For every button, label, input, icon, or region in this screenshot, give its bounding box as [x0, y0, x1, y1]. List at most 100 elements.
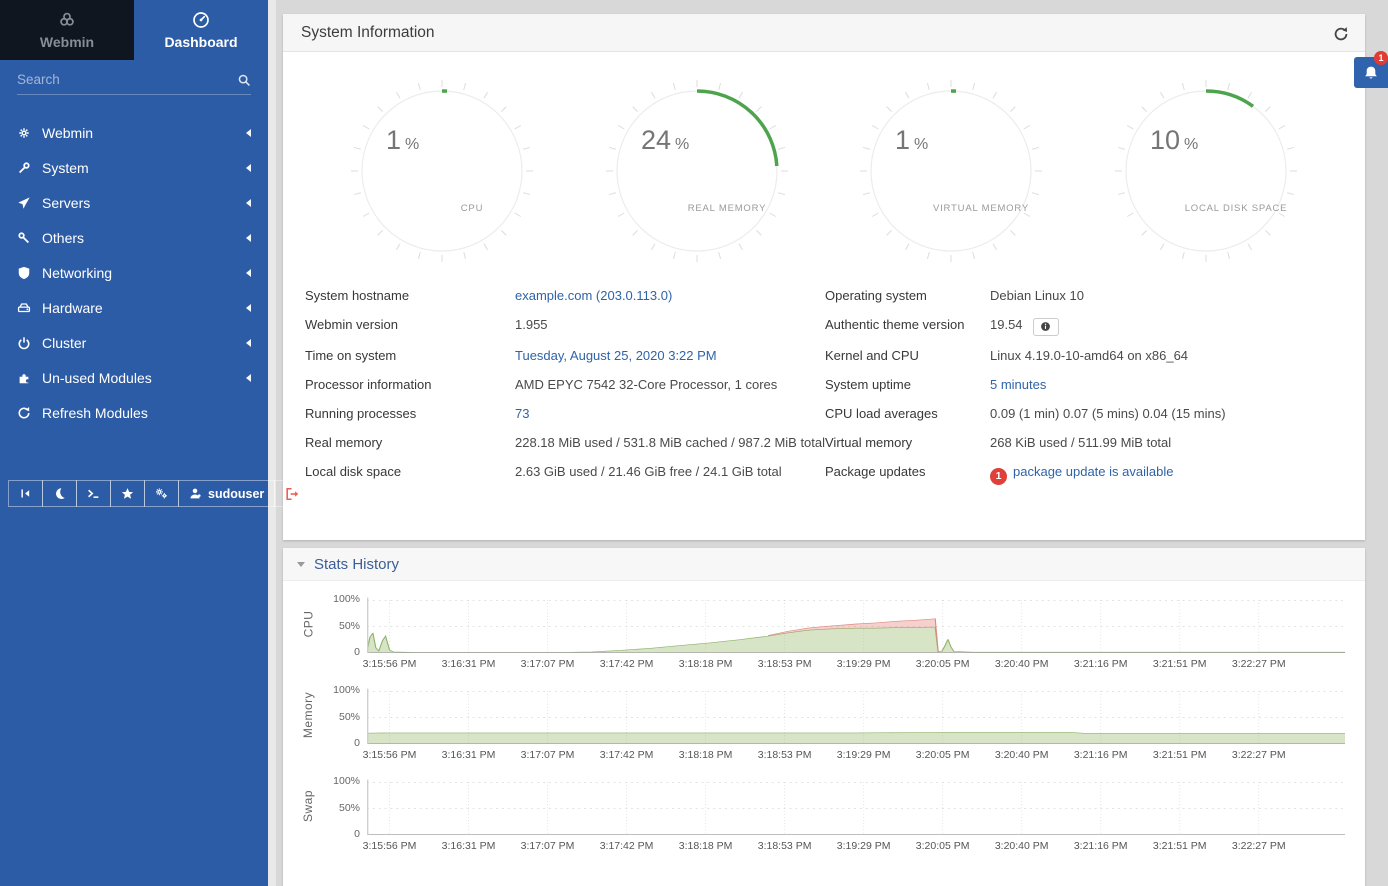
info-label: Real memory	[305, 428, 515, 457]
gauge-dial: 24%REAL MEMORY	[602, 76, 792, 266]
info-value-text: 1.955	[515, 317, 548, 332]
gears-button[interactable]	[144, 480, 179, 507]
x-tick-label: 3:18:53 PM	[758, 658, 812, 670]
sidebar-item-label: Cluster	[42, 335, 86, 351]
tab-dashboard[interactable]: Dashboard	[134, 0, 268, 60]
info-value[interactable]: 1package update is available	[990, 457, 1343, 490]
info-value[interactable]: 5 minutes	[990, 370, 1343, 399]
x-tick-label: 3:18:18 PM	[679, 749, 733, 761]
x-tick-label: 3:21:16 PM	[1074, 658, 1128, 670]
chevron-left-icon	[246, 304, 251, 312]
info-label: Virtual memory	[825, 428, 990, 457]
x-tick-label: 3:17:42 PM	[600, 658, 654, 670]
sidebar-item-label: Refresh Modules	[42, 405, 148, 421]
x-tick-label: 3:16:31 PM	[442, 840, 496, 852]
y-tick-label: 50%	[339, 620, 360, 632]
stats-history-title: Stats History	[314, 556, 399, 573]
sidebar-item-system[interactable]: System	[0, 150, 268, 185]
star-button[interactable]	[110, 480, 145, 507]
info-value: 228.18 MiB used / 531.8 MiB cached / 987…	[515, 428, 825, 457]
chart-y-axis-title: CPU	[297, 595, 319, 653]
system-info-table: System hostnameexample.com (203.0.113.0)…	[283, 281, 1365, 490]
refresh-button[interactable]	[1330, 23, 1352, 45]
info-value: 19.54	[990, 310, 1343, 341]
info-value-text: 268 KiB used / 511.99 MiB total	[990, 435, 1171, 450]
info-value-text: Linux 4.19.0-10-amd64 on x86_64	[990, 348, 1188, 363]
x-tick-label: 3:15:56 PM	[363, 749, 417, 761]
info-value-link[interactable]: Tuesday, August 25, 2020 3:22 PM	[515, 348, 717, 363]
info-label: CPU load averages	[825, 399, 990, 428]
sidebar-item-un-used-modules[interactable]: Un-used Modules	[0, 360, 268, 395]
gauges-row: 1% CPU 24%REAL MEMORY 1%VIRTUAL MEMORY 10%LO…	[283, 52, 1365, 271]
theme-info-button[interactable]	[1033, 318, 1059, 336]
info-label: Operating system	[825, 281, 990, 310]
info-label: Local disk space	[305, 457, 515, 490]
x-tick-label: 3:21:51 PM	[1153, 749, 1207, 761]
chart-x-ticks: 3:15:56 PM3:16:31 PM3:17:07 PM3:17:42 PM…	[367, 653, 1345, 673]
gauge-virtual-memory: 1%VIRTUAL MEMORY	[856, 76, 1046, 271]
info-value[interactable]: 73	[515, 399, 825, 428]
info-label: System uptime	[825, 370, 990, 399]
sidebar-search	[17, 72, 251, 95]
stats-history-header[interactable]: Stats History	[283, 548, 1365, 581]
user-button[interactable]: sudouser	[178, 480, 275, 507]
search-input[interactable]	[17, 72, 231, 87]
x-tick-label: 3:17:42 PM	[600, 840, 654, 852]
logout-icon	[285, 487, 299, 501]
x-tick-label: 3:18:18 PM	[679, 658, 733, 670]
y-tick-label: 50%	[339, 711, 360, 723]
chevron-left-icon	[246, 199, 251, 207]
gauge-dial: 10%LOCAL DISK SPACE	[1111, 76, 1301, 266]
info-value-text: Debian Linux 10	[990, 288, 1084, 303]
sidebar-item-webmin[interactable]: Webmin	[0, 115, 268, 150]
info-value[interactable]: Tuesday, August 25, 2020 3:22 PM	[515, 341, 825, 370]
info-value: 268 KiB used / 511.99 MiB total	[990, 428, 1343, 457]
info-value-link[interactable]: 5 minutes	[990, 377, 1046, 392]
gauge-local-disk-space: 10%LOCAL DISK SPACE	[1111, 76, 1301, 271]
gauge-cpu: 1% CPU	[347, 76, 537, 271]
terminal-button[interactable]	[76, 480, 111, 507]
sidebar-item-servers[interactable]: Servers	[0, 185, 268, 220]
y-tick-label: 100%	[333, 593, 360, 605]
logout-button[interactable]	[274, 480, 309, 507]
sidebar-item-refresh-modules[interactable]: Refresh Modules	[0, 395, 268, 430]
sidebar-item-others[interactable]: Others	[0, 220, 268, 255]
stats-history-panel: Stats History CPU100%50%03:15:56 PM3:16:…	[283, 548, 1365, 886]
info-value: AMD EPYC 7542 32-Core Processor, 1 cores	[515, 370, 825, 399]
notifications-button[interactable]: 1	[1354, 57, 1388, 88]
gauge-value: 1%	[386, 125, 419, 155]
x-tick-label: 3:18:53 PM	[758, 749, 812, 761]
moon-button[interactable]	[42, 480, 77, 507]
x-tick-label: 3:20:40 PM	[995, 749, 1049, 761]
sidebar-item-cluster[interactable]: Cluster	[0, 325, 268, 360]
info-value[interactable]: example.com (203.0.113.0)	[515, 281, 825, 310]
info-value-link[interactable]: 73	[515, 406, 529, 421]
webmin-logo-icon	[58, 11, 76, 29]
chart-y-axis-title: Swap	[297, 777, 319, 835]
sidebar-item-networking[interactable]: Networking	[0, 255, 268, 290]
x-tick-label: 3:18:18 PM	[679, 840, 733, 852]
chart-y-axis-title: Memory	[297, 686, 319, 744]
x-tick-label: 3:17:07 PM	[521, 840, 575, 852]
send-icon	[17, 196, 31, 210]
info-label: Running processes	[305, 399, 515, 428]
sidebar-item-label: Servers	[42, 195, 90, 211]
y-tick-label: 100%	[333, 684, 360, 696]
x-tick-label: 3:17:07 PM	[521, 658, 575, 670]
info-value-link[interactable]: example.com (203.0.113.0)	[515, 288, 672, 303]
tab-webmin[interactable]: Webmin	[0, 0, 134, 60]
gear-icon	[17, 126, 31, 140]
tools-icon	[17, 231, 31, 245]
info-value-text: 228.18 MiB used / 531.8 MiB cached / 987…	[515, 435, 825, 450]
refresh-icon	[17, 406, 31, 420]
info-value-link[interactable]: package update is available	[1013, 464, 1173, 479]
sidebar-item-hardware[interactable]: Hardware	[0, 290, 268, 325]
collapse-button[interactable]	[8, 480, 43, 507]
gears-icon	[155, 487, 168, 500]
chevron-left-icon	[246, 234, 251, 242]
gauge-label: CPU	[461, 203, 483, 214]
info-value: Linux 4.19.0-10-amd64 on x86_64	[990, 341, 1343, 370]
search-icon[interactable]	[237, 73, 251, 87]
chart-plot-area	[367, 595, 1345, 653]
sidebar-toolbar: sudouser	[8, 480, 260, 507]
